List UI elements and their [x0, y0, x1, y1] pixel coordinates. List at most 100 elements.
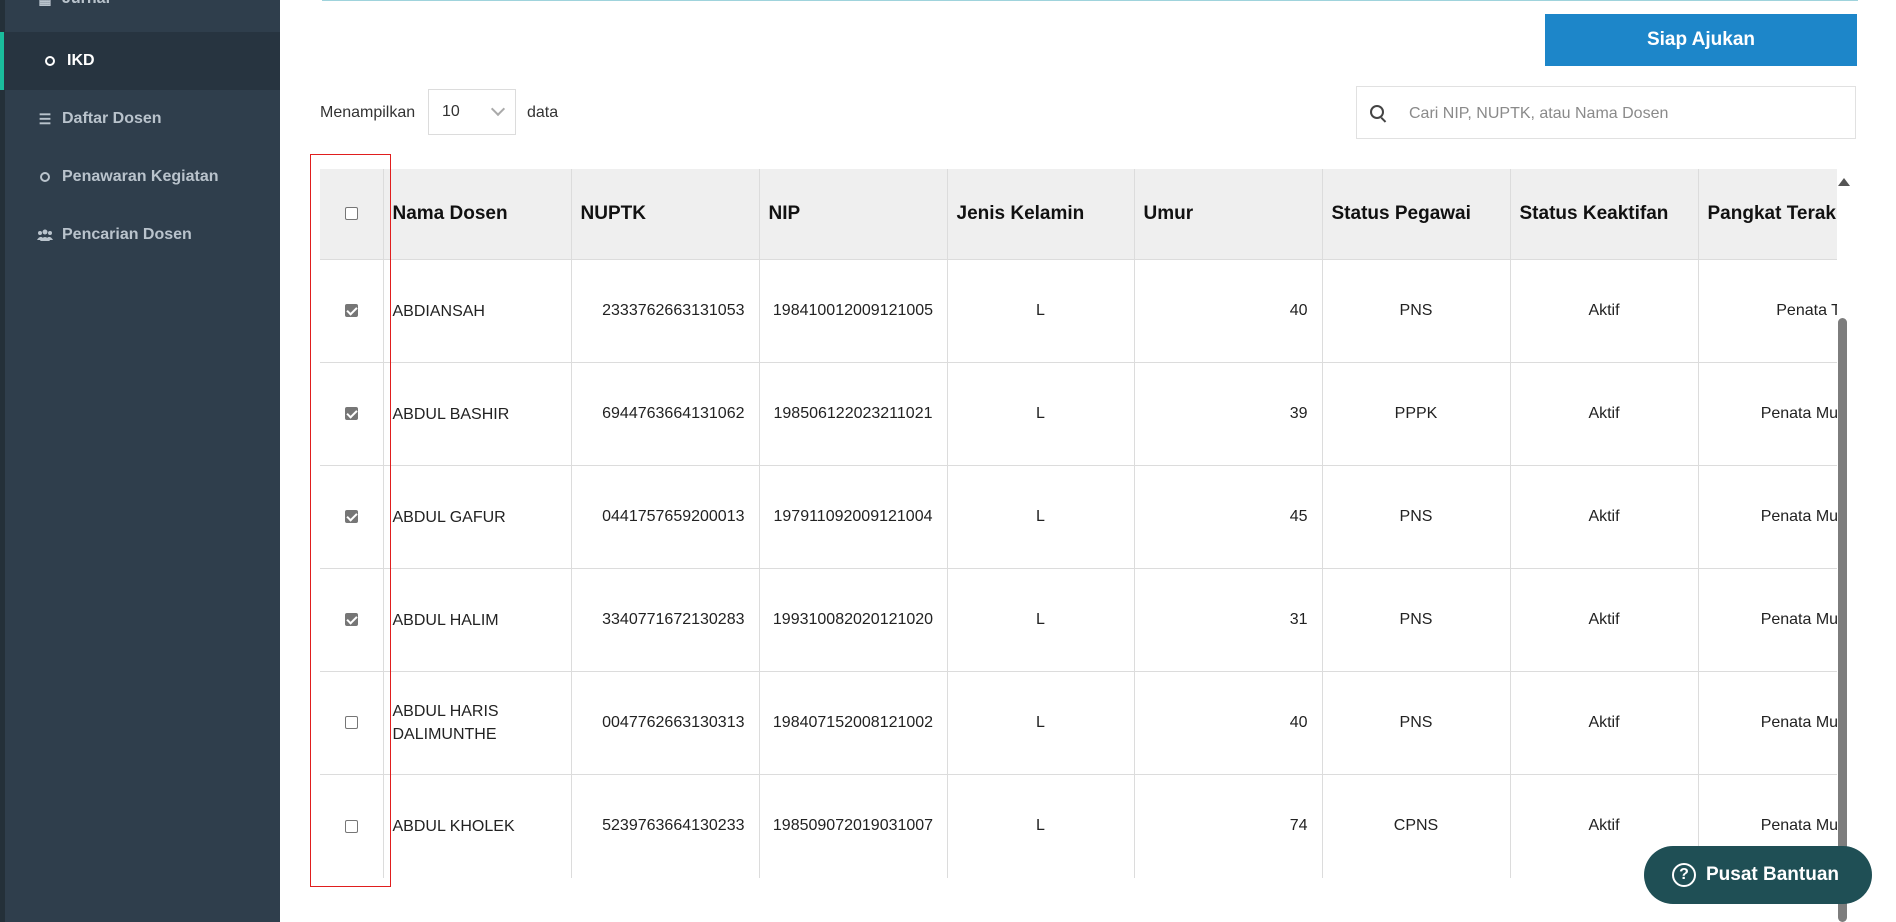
cell-pangkat-terakhir: Penata Muda Tk — [1697, 465, 1837, 569]
header-select-all — [320, 169, 383, 260]
table-body: ABDIANSAH 2333762663131053 198410012009121… — [320, 259, 1837, 878]
header-umur[interactable]: Umur — [1133, 169, 1322, 260]
cell-status-pegawai: PNS — [1321, 568, 1510, 672]
search-box — [1356, 86, 1856, 140]
cell-nip: 197911092009121004 — [758, 465, 947, 569]
top-divider — [322, 0, 1858, 1]
row-checkbox[interactable] — [344, 407, 358, 421]
cell-select — [320, 774, 383, 878]
cell-nuptk: 5239763664130233 — [570, 774, 759, 878]
help-center-label: Pusat Bantuan — [1706, 864, 1840, 885]
sidebar-item-label: Pencarian Dosen — [62, 226, 192, 243]
cell-umur: 40 — [1133, 259, 1322, 363]
header-pangkat-terakhir[interactable]: Pangkat Terakhir — [1697, 169, 1837, 260]
cell-status-pegawai: PPPK — [1321, 362, 1510, 466]
select-all-checkbox[interactable] — [344, 207, 358, 221]
users-icon — [36, 229, 54, 241]
sidebar-item-jurnal[interactable]: ▦ Jurnal — [0, 0, 280, 28]
row-checkbox[interactable] — [344, 819, 358, 833]
vertical-scrollbar[interactable] — [1838, 318, 1847, 922]
cell-jenis-kelamin: L — [946, 671, 1134, 775]
cell-nip: 198506122023211021 — [758, 362, 947, 466]
table-row[interactable]: ABDIANSAH 2333762663131053 198410012009121… — [320, 259, 1837, 363]
sidebar-item-label: Penawaran Kegiatan — [62, 168, 219, 185]
cell-nama-dosen: ABDUL HALIM — [382, 568, 571, 672]
submit-button[interactable]: Siap Ajukan — [1545, 14, 1857, 66]
sidebar-item-label: Daftar Dosen — [62, 110, 162, 127]
lecturer-table-container: Nama Dosen NUPTK NIP Jenis Kelamin Umur … — [320, 169, 1837, 922]
table-row[interactable]: ABDUL HARIS DALIMUNTHE 0047762663130313 19… — [320, 671, 1837, 775]
page-size-value: 10 — [442, 103, 460, 120]
circle-icon — [41, 56, 59, 66]
cell-jenis-kelamin: L — [946, 465, 1134, 569]
cell-nuptk: 6944763664131062 — [570, 362, 759, 466]
cell-pangkat-terakhir: Penata Muda Tk — [1697, 362, 1837, 466]
cell-nip: 199310082020121020 — [758, 568, 947, 672]
cell-select — [320, 465, 383, 569]
table-row[interactable]: ABDUL GAFUR 0441757659200013 1979110920091… — [320, 465, 1837, 569]
table-row[interactable]: ABDUL HALIM 3340771672130283 1993100820201… — [320, 568, 1837, 672]
row-checkbox[interactable] — [344, 510, 358, 524]
question-icon: ? — [1672, 863, 1696, 887]
lecturer-table: Nama Dosen NUPTK NIP Jenis Kelamin Umur … — [320, 169, 1837, 878]
cell-umur: 39 — [1133, 362, 1322, 466]
sidebar-item-pencarian-dosen[interactable]: Pencarian Dosen — [0, 206, 280, 264]
cell-status-keaktifan: Aktif — [1509, 568, 1698, 672]
header-status-keaktifan[interactable]: Status Keaktifan — [1509, 169, 1698, 260]
search-input[interactable] — [1407, 87, 1851, 140]
cell-select — [320, 568, 383, 672]
cell-status-keaktifan: Aktif — [1509, 671, 1698, 775]
cell-pangkat-terakhir: Penata Muda Tk — [1697, 671, 1837, 775]
table-row[interactable]: ABDUL BASHIR 6944763664131062 198506122023… — [320, 362, 1837, 466]
help-center-button[interactable]: ? Pusat Bantuan — [1644, 846, 1872, 904]
row-checkbox[interactable] — [344, 613, 358, 627]
sidebar: ▦ Jurnal IKD ☰ Daftar Dosen Penawaran Ke… — [0, 0, 280, 922]
cell-select — [320, 362, 383, 466]
header-nip[interactable]: NIP — [758, 169, 947, 260]
cell-status-keaktifan: Aktif — [1509, 259, 1698, 363]
cell-nama-dosen: ABDUL GAFUR — [382, 465, 571, 569]
sidebar-item-ikd[interactable]: IKD — [0, 32, 280, 90]
header-jenis-kelamin[interactable]: Jenis Kelamin — [946, 169, 1134, 260]
cell-jenis-kelamin: L — [946, 774, 1134, 878]
cell-nama-dosen: ABDUL BASHIR — [382, 362, 571, 466]
cell-status-pegawai: CPNS — [1321, 774, 1510, 878]
cell-nip: 198509072019031007 — [758, 774, 947, 878]
row-checkbox[interactable] — [344, 716, 358, 730]
cell-status-keaktifan: Aktif — [1509, 362, 1698, 466]
sidebar-item-label: Jurnal — [62, 0, 110, 8]
list-icon: ☰ — [38, 110, 52, 127]
cell-umur: 40 — [1133, 671, 1322, 775]
search-icon — [1370, 105, 1384, 119]
cell-pangkat-terakhir: Penata Tk. I — [1697, 259, 1837, 363]
cell-nuptk: 3340771672130283 — [570, 568, 759, 672]
sidebar-item-penawaran-kegiatan[interactable]: Penawaran Kegiatan — [0, 148, 280, 206]
cell-pangkat-terakhir: Penata Muda Tk — [1697, 568, 1837, 672]
header-nuptk[interactable]: NUPTK — [570, 169, 759, 260]
cell-status-pegawai: PNS — [1321, 671, 1510, 775]
cell-nuptk: 0441757659200013 — [570, 465, 759, 569]
cell-select — [320, 259, 383, 363]
table-header-row: Nama Dosen NUPTK NIP Jenis Kelamin Umur … — [320, 169, 1837, 260]
table-row[interactable]: ABDUL KHOLEK 5239763664130233 198509072019… — [320, 774, 1837, 878]
entries-suffix-label: data — [527, 104, 559, 121]
circle-icon — [36, 172, 54, 182]
sidebar-item-label: IKD — [67, 52, 95, 69]
chevron-down-icon — [490, 101, 506, 117]
cell-jenis-kelamin: L — [946, 568, 1134, 672]
cell-umur: 45 — [1133, 465, 1322, 569]
page-size-select[interactable]: 10 — [428, 89, 516, 135]
header-nama-dosen[interactable]: Nama Dosen — [382, 169, 571, 260]
cell-nama-dosen: ABDUL KHOLEK — [382, 774, 571, 878]
cell-nama-dosen: ABDUL HARIS DALIMUNTHE — [382, 671, 571, 775]
cell-nuptk: 0047762663130313 — [570, 671, 759, 775]
header-status-pegawai[interactable]: Status Pegawai — [1321, 169, 1510, 260]
scroll-up-arrow[interactable] — [1838, 178, 1850, 186]
show-entries-label: Menampilkan — [320, 104, 416, 121]
cell-jenis-kelamin: L — [946, 362, 1134, 466]
cell-nama-dosen: ABDIANSAH — [382, 259, 571, 363]
row-checkbox[interactable] — [344, 304, 358, 318]
cell-status-pegawai: PNS — [1321, 259, 1510, 363]
sidebar-item-daftar-dosen[interactable]: ☰ Daftar Dosen — [0, 90, 280, 148]
cell-nip: 198407152008121002 — [758, 671, 947, 775]
